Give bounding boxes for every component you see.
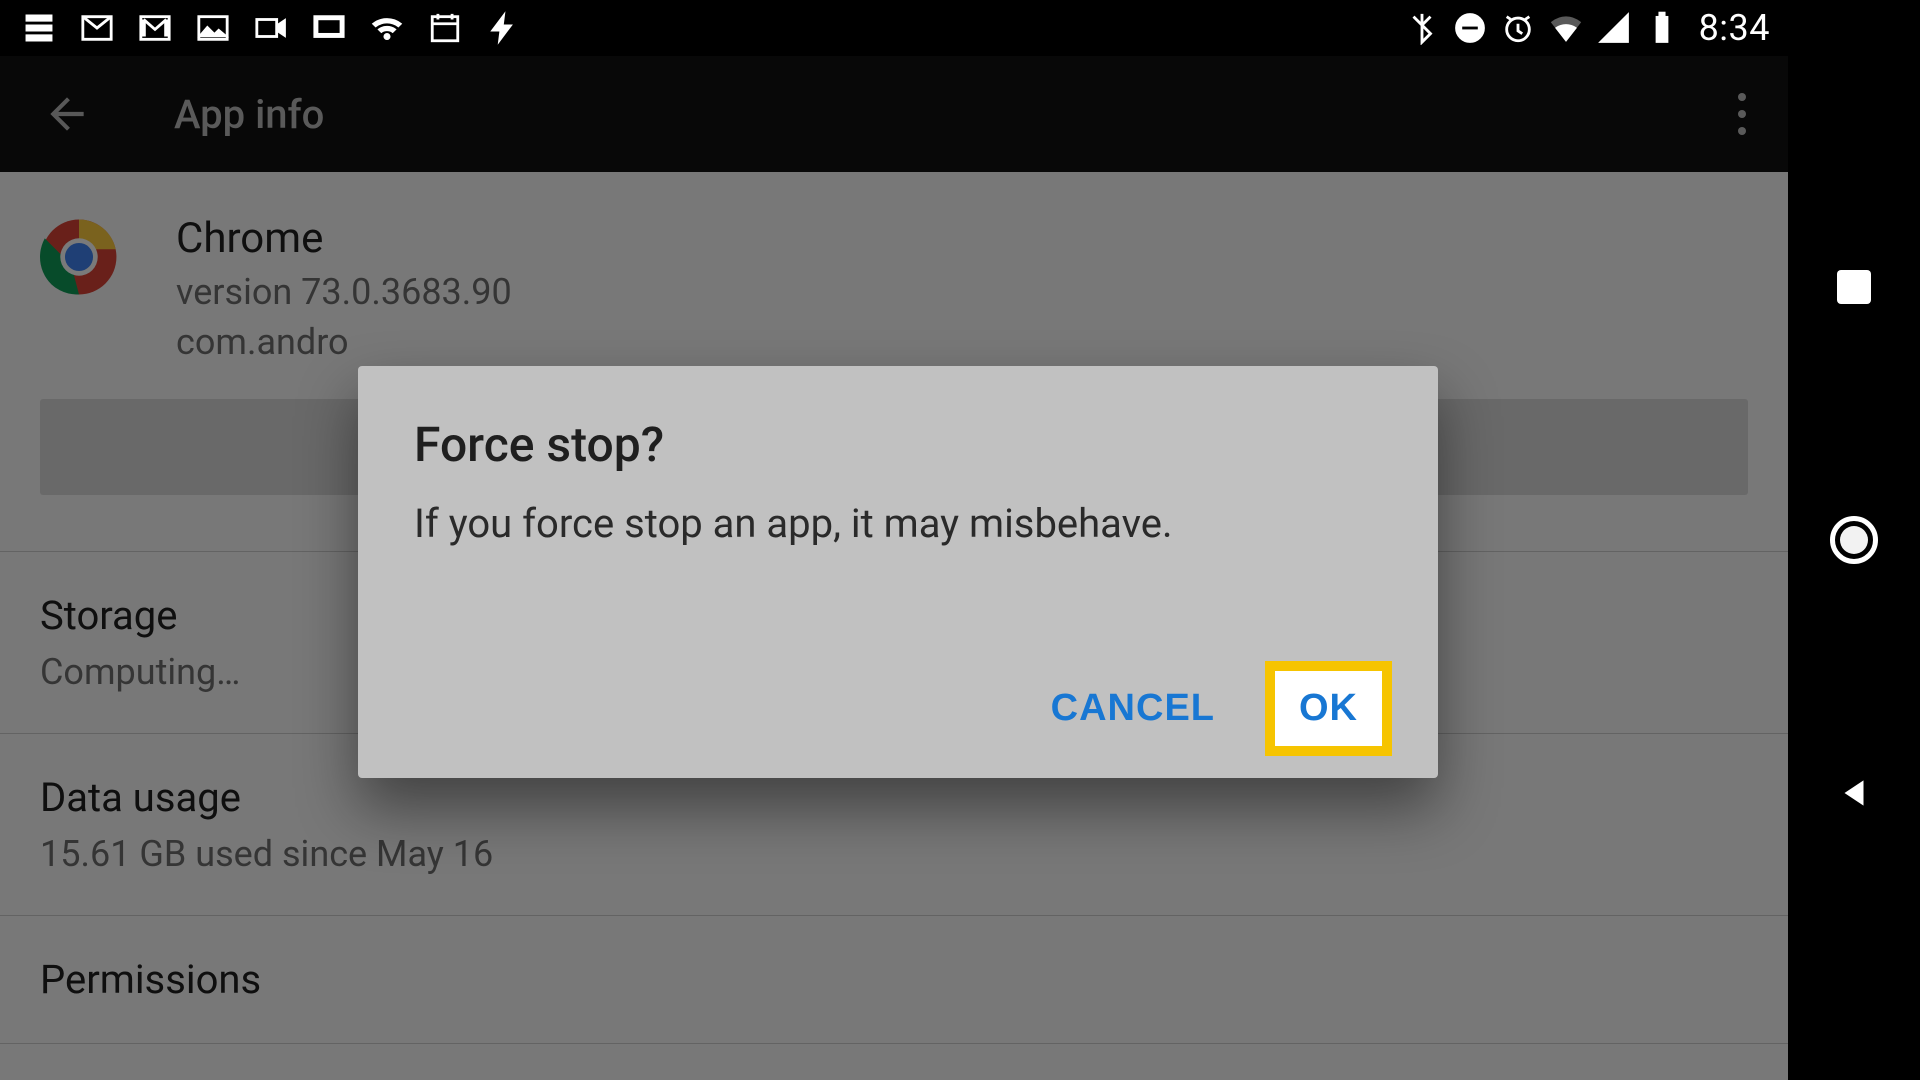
- battery-icon: [1645, 11, 1679, 45]
- wifi-icon: [370, 11, 404, 45]
- cell-signal-icon: [1597, 11, 1631, 45]
- dialog-message: If you force stop an app, it may misbeha…: [414, 497, 1382, 551]
- status-clock: 8:34: [1699, 7, 1770, 49]
- system-nav-bar: [1788, 0, 1920, 1080]
- status-bar: 8:34: [0, 0, 1788, 56]
- bluetooth-icon: [1405, 11, 1439, 45]
- dnd-icon: [1453, 11, 1487, 45]
- wifi-signal-icon: [1549, 11, 1583, 45]
- alarm-icon: [1501, 11, 1535, 45]
- nav-recents-button[interactable]: [1826, 259, 1882, 315]
- cancel-button[interactable]: CANCEL: [1045, 677, 1221, 740]
- nav-home-button[interactable]: [1826, 512, 1882, 568]
- force-stop-dialog: Force stop? If you force stop an app, it…: [358, 366, 1438, 778]
- ok-button[interactable]: OK: [1275, 671, 1382, 746]
- image-icon: [196, 11, 230, 45]
- device-frame: Chrome version 73.0.3683.90 com.andro DI…: [0, 0, 1920, 1080]
- video-icon: [254, 11, 288, 45]
- screen-icon: [312, 11, 346, 45]
- dialog-title: Force stop?: [414, 416, 1382, 473]
- calendar-icon: [428, 11, 462, 45]
- nav-back-button[interactable]: [1826, 765, 1882, 821]
- bolt-icon: [486, 11, 520, 45]
- dialog-actions: CANCEL OK: [414, 671, 1382, 746]
- stack-icon: [22, 11, 56, 45]
- mail-icon: [80, 11, 114, 45]
- gmail-icon: [138, 11, 172, 45]
- content-area: Chrome version 73.0.3683.90 com.andro DI…: [0, 0, 1788, 1080]
